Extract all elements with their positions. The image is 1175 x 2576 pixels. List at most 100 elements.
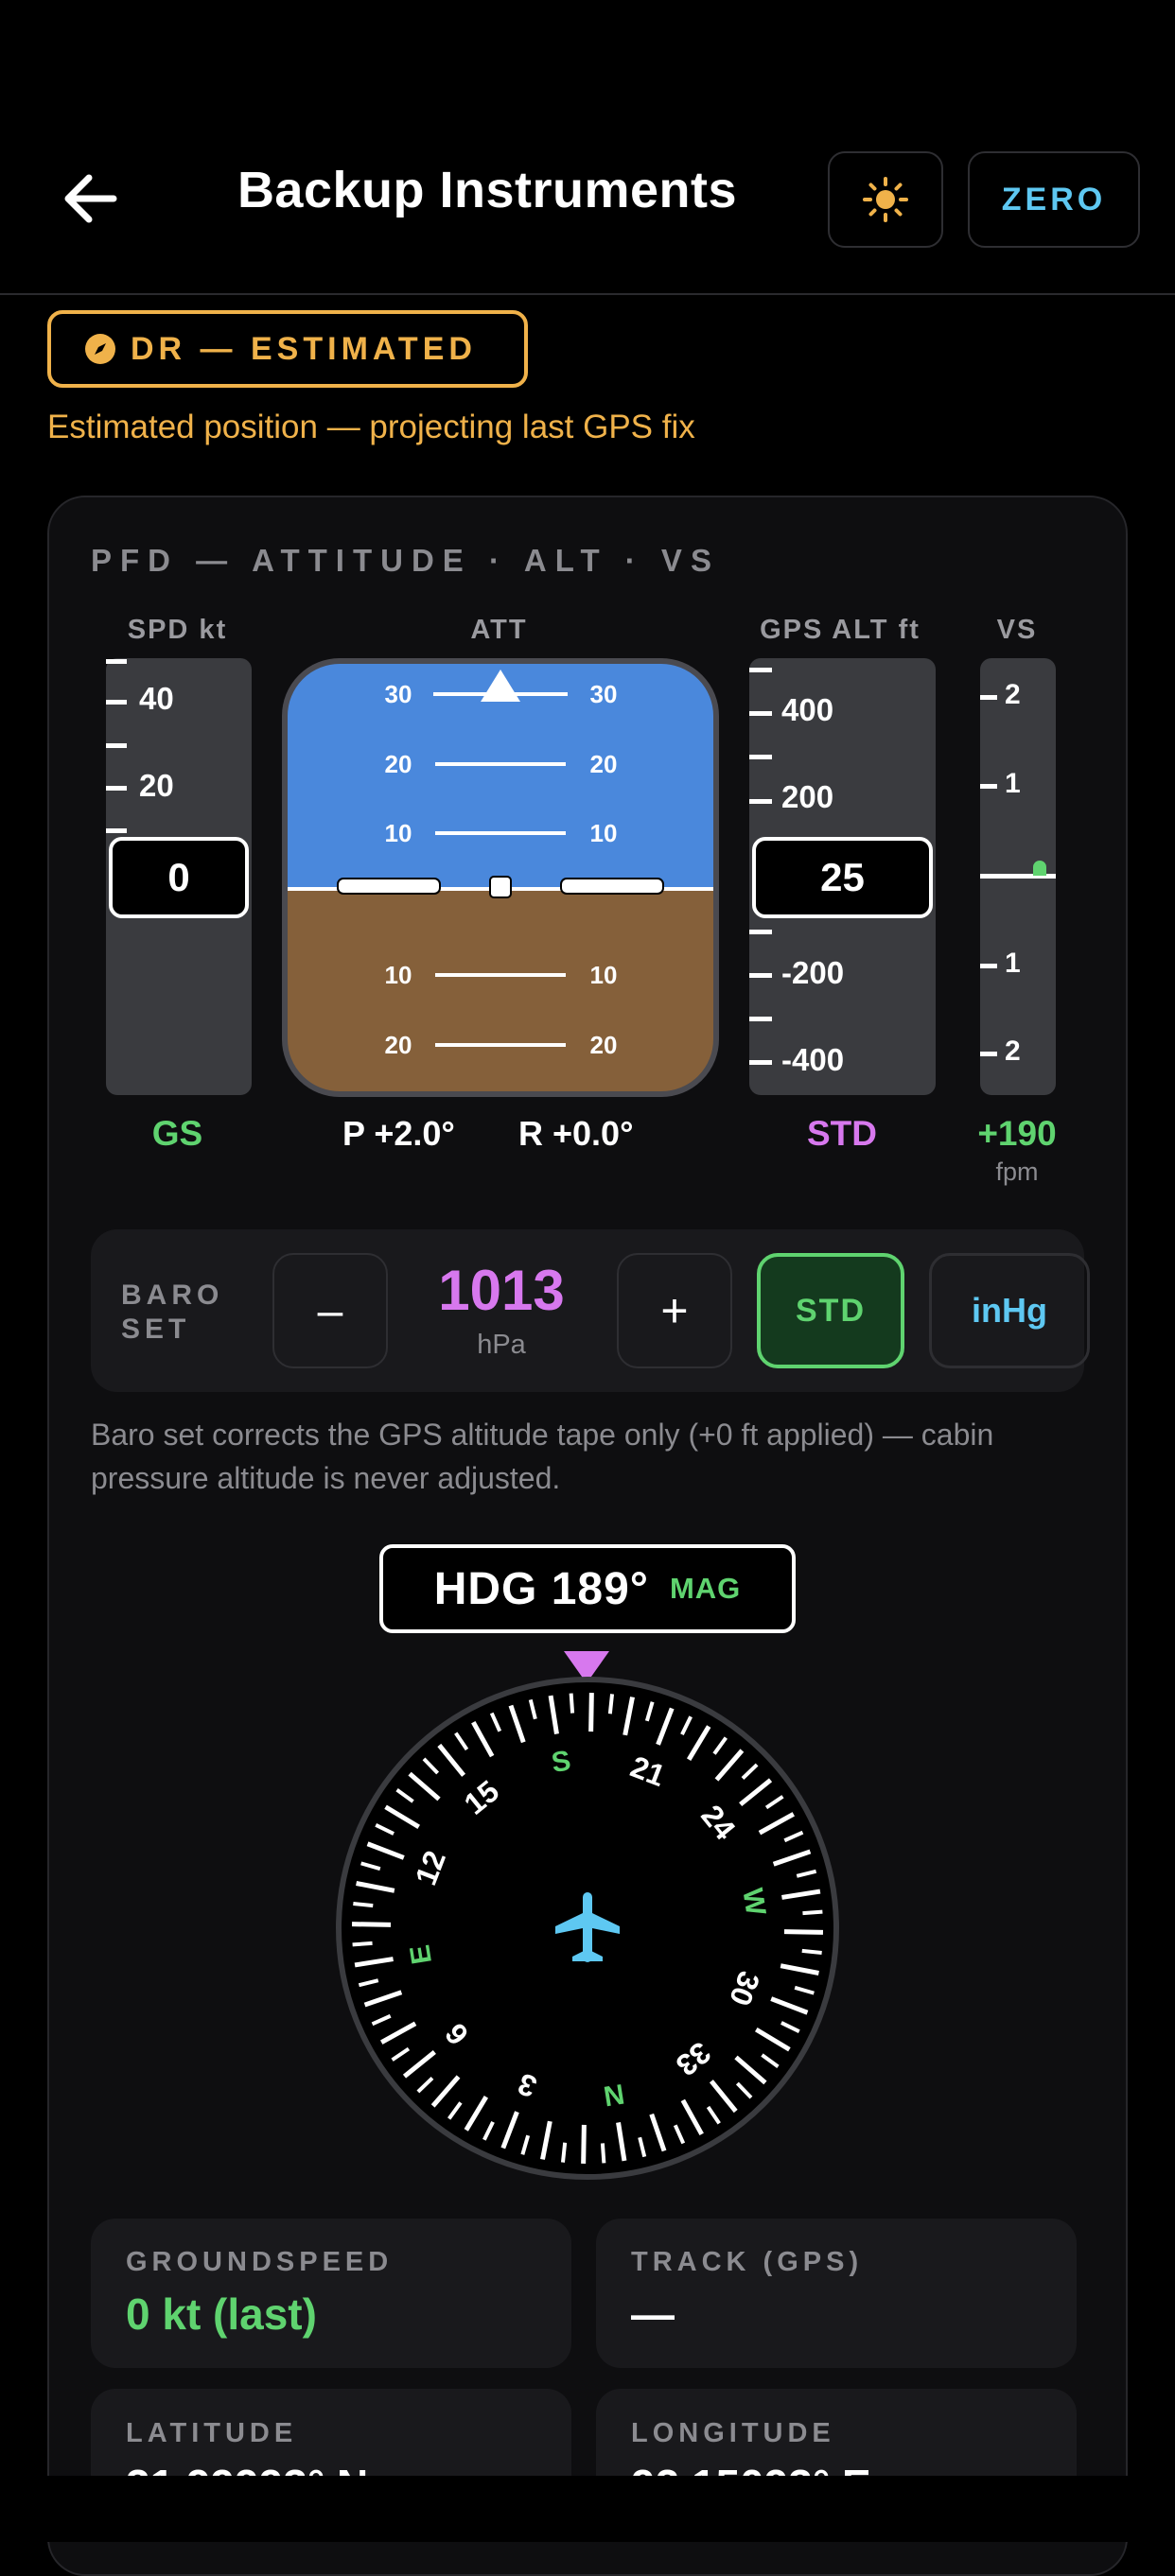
altitude-tape-label: GPS ALT ft [760, 615, 921, 645]
baro-inhg-button[interactable]: inHg [929, 1253, 1090, 1368]
longitude-label: LONGITUDE [631, 2418, 835, 2448]
dr-status-badge: DR — ESTIMATED [47, 310, 528, 388]
minus-icon: – [317, 1285, 343, 1336]
heading-readout: HDG 189° [433, 1563, 649, 1614]
aircraft-wing-left [337, 878, 441, 895]
plus-icon: + [660, 1284, 689, 1337]
pitch-readout: P +2.0° [342, 1114, 455, 1153]
vs-tick [980, 1052, 997, 1056]
compass-tick [802, 1909, 823, 1916]
compass-tick [600, 2143, 606, 2164]
page-title: Backup Instruments [237, 162, 738, 218]
vs-unit: fpm [995, 1157, 1039, 1186]
latitude-label: LATITUDE [126, 2418, 298, 2448]
vs-tick-label: 2 [1005, 679, 1021, 710]
brightness-button[interactable] [828, 151, 943, 248]
app-header: Backup Instruments ZERO [0, 0, 1175, 295]
aircraft-center-dot [489, 876, 512, 898]
screen-bottom-edge [0, 2476, 1175, 2542]
attitude-indicator: 30 30 20 20 10 10 10 10 20 20 [282, 658, 719, 1097]
altitude-mode-label: STD [807, 1114, 877, 1153]
baro-note: Baro set corrects the GPS altitude tape … [91, 1418, 994, 1495]
pitch-label: 10 [590, 819, 618, 847]
baro-value: 1013 [438, 1259, 565, 1322]
altitude-tick [749, 711, 772, 716]
baro-inhg-label: inHg [972, 1291, 1047, 1330]
speed-tick [106, 786, 127, 791]
vs-indicator-bar [1033, 861, 1046, 876]
pitch-label: 10 [385, 819, 412, 847]
groundspeed-value: 0 kt (last) [126, 2289, 317, 2339]
vs-tick [980, 784, 997, 789]
compass-tick [351, 1922, 392, 1927]
baro-decrease-button[interactable]: – [272, 1253, 388, 1368]
altitude-tick [749, 799, 772, 804]
altitude-tick [749, 755, 772, 759]
altitude-tick-label: 400 [781, 692, 834, 727]
speed-readout: 0 [109, 837, 249, 918]
speed-tape-label: SPD kt [127, 615, 228, 645]
pitch-label: 10 [590, 961, 618, 989]
baro-set-label-line2: SET [121, 1314, 191, 1345]
track-label: TRACK (GPS) [631, 2247, 864, 2277]
speed-tick [106, 828, 127, 833]
zero-button[interactable]: ZERO [968, 151, 1140, 248]
speed-tick-label: 40 [139, 681, 174, 716]
speed-source-label: GS [151, 1114, 203, 1153]
attitude-label: ATT [470, 615, 528, 645]
altitude-tick [749, 1060, 772, 1065]
vs-tape-label: VS [996, 615, 1038, 645]
roll-readout: R +0.0° [518, 1114, 634, 1153]
vs-tick [980, 695, 997, 700]
arrow-left-icon [64, 174, 117, 223]
speed-tick [106, 659, 127, 664]
baro-std-button[interactable]: STD [757, 1253, 904, 1368]
pitch-label: 20 [385, 750, 412, 778]
vs-value: +190 [977, 1114, 1057, 1153]
compass-tick [588, 1692, 594, 1732]
compass-icon [85, 334, 115, 364]
header-divider [0, 293, 1175, 295]
vs-tick-label: 1 [1005, 948, 1021, 979]
aircraft-wing-right [560, 878, 664, 895]
compass-tick [353, 1901, 374, 1908]
compass-tick [607, 1694, 615, 1714]
groundspeed-label: GROUNDSPEED [126, 2247, 394, 2277]
pitch-label: 30 [590, 680, 618, 708]
baro-set-label-line1: BARO [121, 1279, 224, 1311]
dr-status-label: DR — ESTIMATED [131, 330, 477, 367]
baro-set-label: BARO SET [121, 1279, 223, 1347]
vs-tick-label: 2 [1005, 1036, 1021, 1067]
compass-tick [783, 1929, 824, 1935]
zero-button-label: ZERO [1001, 181, 1107, 218]
speed-tick [106, 743, 127, 748]
baro-unit: hPa [477, 1330, 526, 1360]
compass-tick [352, 1941, 373, 1947]
altitude-tick [749, 930, 772, 934]
altitude-tick [749, 1017, 772, 1021]
pitch-label: 20 [385, 1031, 412, 1059]
compass-rose: N36E1215S 2124W3033 [336, 1677, 839, 2180]
baro-increase-button[interactable]: + [617, 1253, 732, 1368]
heading-readout-box: HDG 189° MAG [379, 1544, 796, 1633]
back-button[interactable] [57, 170, 132, 227]
altitude-tick-label: -200 [781, 955, 845, 990]
pfd-section-label: PFD — ATTITUDE · ALT · VS [91, 543, 720, 578]
track-value: — [631, 2289, 675, 2339]
compass-tick [560, 2142, 568, 2163]
compass-tick [801, 1948, 822, 1956]
vs-tick [980, 964, 997, 968]
compass-tick [569, 1693, 575, 1714]
heading-reference: MAG [669, 1572, 742, 1605]
compass-cardinal-label: W [736, 1887, 771, 1919]
dr-status-subtitle: Estimated position — projecting last GPS… [47, 409, 695, 445]
speed-tick-label: 20 [139, 768, 174, 803]
altitude-tick [749, 668, 772, 672]
altitude-readout: 25 [752, 837, 933, 918]
altitude-tick-label: -400 [781, 1042, 845, 1077]
baro-std-label: STD [796, 1292, 866, 1329]
pitch-label: 10 [385, 961, 412, 989]
ground [285, 889, 716, 1094]
vs-tick-label: 1 [1005, 768, 1021, 799]
compass-tick [581, 2124, 587, 2165]
